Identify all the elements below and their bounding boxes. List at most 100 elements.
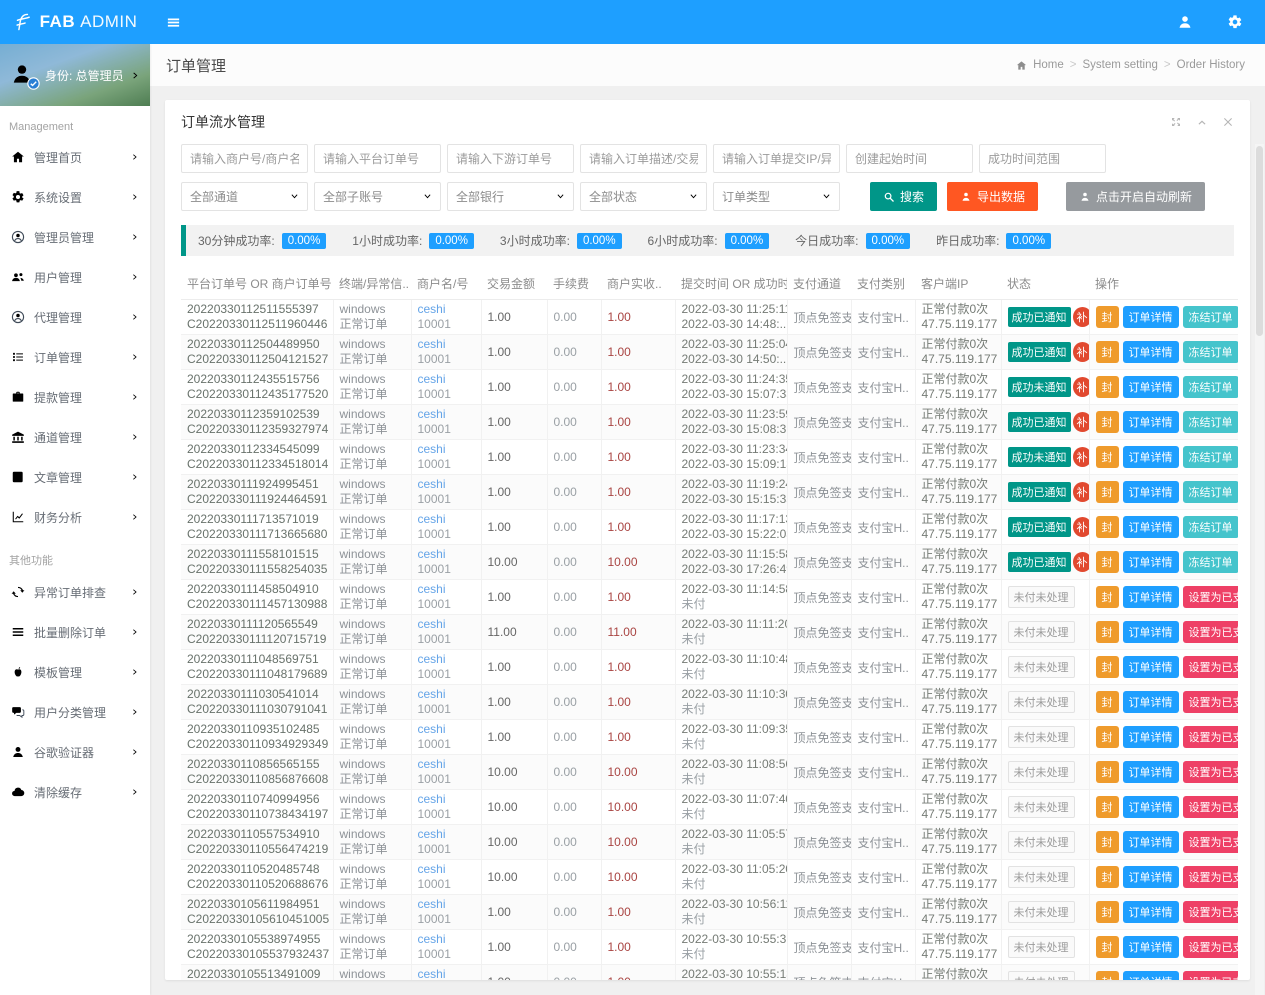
- seal-order-button[interactable]: 封: [1096, 761, 1119, 783]
- supplement-badge[interactable]: 补: [1073, 552, 1090, 572]
- order-detail-button[interactable]: 订单详情: [1123, 621, 1179, 643]
- merchant-name-link[interactable]: ceshi: [418, 757, 475, 772]
- supplement-badge[interactable]: 补: [1073, 342, 1090, 362]
- success-time-range-input[interactable]: [979, 144, 1106, 173]
- search-button[interactable]: 搜索: [870, 182, 937, 211]
- order-detail-button[interactable]: 订单详情: [1123, 586, 1179, 608]
- sidebar-item-agent[interactable]: 代理管理: [0, 297, 150, 337]
- sidebar-item-comments[interactable]: 用户分类管理: [0, 692, 150, 732]
- seal-order-button[interactable]: 封: [1096, 446, 1119, 468]
- collapse-icon[interactable]: [1196, 116, 1208, 128]
- set-paid-button[interactable]: 设置为已支付: [1183, 971, 1239, 980]
- order-detail-button[interactable]: 订单详情: [1123, 866, 1179, 888]
- sidebar-item-book[interactable]: 文章管理: [0, 457, 150, 497]
- set-paid-button[interactable]: 设置为已支付: [1183, 726, 1239, 748]
- order-detail-button[interactable]: 订单详情: [1123, 481, 1179, 503]
- sidebar-item-bars[interactable]: 批量删除订单: [0, 612, 150, 652]
- seal-order-button[interactable]: 封: [1096, 691, 1119, 713]
- sidebar-item-admin[interactable]: 管理员管理: [0, 217, 150, 257]
- merchant-name-link[interactable]: ceshi: [418, 337, 475, 352]
- supplement-badge[interactable]: 补: [1073, 447, 1090, 467]
- freeze-order-button[interactable]: 冻结订单: [1183, 306, 1239, 328]
- set-paid-button[interactable]: 设置为已支付: [1183, 656, 1239, 678]
- user-menu-icon[interactable]: [1177, 14, 1193, 30]
- set-paid-button[interactable]: 设置为已支付: [1183, 586, 1239, 608]
- merchant-name-link[interactable]: ceshi: [418, 932, 475, 947]
- sidebar-item-briefcase[interactable]: 提款管理: [0, 377, 150, 417]
- order-detail-button[interactable]: 订单详情: [1123, 901, 1179, 923]
- seal-order-button[interactable]: 封: [1096, 656, 1119, 678]
- order-detail-button[interactable]: 订单详情: [1123, 971, 1179, 980]
- app-logo[interactable]: FAB ADMIN: [0, 0, 150, 44]
- order-desc-amount-input[interactable]: [580, 144, 707, 173]
- supplement-badge[interactable]: 补: [1073, 377, 1090, 397]
- merchant-name-link[interactable]: ceshi: [418, 302, 475, 317]
- settings-gear-icon[interactable]: [1227, 14, 1243, 30]
- breadcrumb-system-setting[interactable]: System setting: [1082, 59, 1157, 71]
- seal-order-button[interactable]: 封: [1096, 796, 1119, 818]
- merchant-name-link[interactable]: ceshi: [418, 827, 475, 842]
- set-paid-button[interactable]: 设置为已支付: [1183, 936, 1239, 958]
- supplement-badge[interactable]: 补: [1073, 517, 1090, 537]
- freeze-order-button[interactable]: 冻结订单: [1183, 376, 1239, 398]
- set-paid-button[interactable]: 设置为已支付: [1183, 866, 1239, 888]
- bank-select[interactable]: 全部银行: [447, 182, 574, 211]
- order-detail-button[interactable]: 订单详情: [1123, 761, 1179, 783]
- sidebar-item-gears[interactable]: 系统设置: [0, 177, 150, 217]
- breadcrumb-home[interactable]: Home: [1033, 59, 1064, 71]
- platform-order-input[interactable]: [314, 144, 441, 173]
- sidebar-item-home[interactable]: 管理首页: [0, 137, 150, 177]
- sidebar-item-user[interactable]: 谷歌验证器: [0, 732, 150, 772]
- seal-order-button[interactable]: 封: [1096, 971, 1119, 980]
- seal-order-button[interactable]: 封: [1096, 936, 1119, 958]
- set-paid-button[interactable]: 设置为已支付: [1183, 831, 1239, 853]
- seal-order-button[interactable]: 封: [1096, 376, 1119, 398]
- merchant-name-link[interactable]: ceshi: [418, 722, 475, 737]
- merchant-name-link[interactable]: ceshi: [418, 407, 475, 422]
- set-paid-button[interactable]: 设置为已支付: [1183, 796, 1239, 818]
- merchant-name-link[interactable]: ceshi: [418, 792, 475, 807]
- seal-order-button[interactable]: 封: [1096, 341, 1119, 363]
- merchant-name-link[interactable]: ceshi: [418, 967, 475, 980]
- merchant-name-link[interactable]: ceshi: [418, 897, 475, 912]
- fullscreen-icon[interactable]: [1170, 116, 1182, 128]
- supplement-badge[interactable]: 补: [1073, 307, 1090, 327]
- merchant-name-link[interactable]: ceshi: [418, 652, 475, 667]
- sidebar-item-bank[interactable]: 通道管理: [0, 417, 150, 457]
- set-paid-button[interactable]: 设置为已支付: [1183, 901, 1239, 923]
- sub-account-select[interactable]: 全部子账号: [314, 182, 441, 211]
- close-icon[interactable]: [1222, 116, 1234, 128]
- seal-order-button[interactable]: 封: [1096, 551, 1119, 573]
- order-detail-button[interactable]: 订单详情: [1123, 341, 1179, 363]
- seal-order-button[interactable]: 封: [1096, 621, 1119, 643]
- order-type-select[interactable]: 订单类型: [713, 182, 840, 211]
- sidebar-item-cloud[interactable]: 清除缓存: [0, 772, 150, 812]
- ip-search-input[interactable]: [713, 144, 840, 173]
- supplement-badge[interactable]: 补: [1073, 482, 1090, 502]
- sidebar-item-list[interactable]: 订单管理: [0, 337, 150, 377]
- seal-order-button[interactable]: 封: [1096, 481, 1119, 503]
- freeze-order-button[interactable]: 冻结订单: [1183, 341, 1239, 363]
- auto-refresh-button[interactable]: 点击开启自动刷新: [1066, 182, 1205, 211]
- freeze-order-button[interactable]: 冻结订单: [1183, 446, 1239, 468]
- seal-order-button[interactable]: 封: [1096, 411, 1119, 433]
- seal-order-button[interactable]: 封: [1096, 866, 1119, 888]
- merchant-name-link[interactable]: ceshi: [418, 477, 475, 492]
- merchant-search-input[interactable]: [181, 144, 308, 173]
- order-detail-button[interactable]: 订单详情: [1123, 656, 1179, 678]
- sidebar-item-apple[interactable]: 模板管理: [0, 652, 150, 692]
- order-detail-button[interactable]: 订单详情: [1123, 516, 1179, 538]
- set-paid-button[interactable]: 设置为已支付: [1183, 621, 1239, 643]
- freeze-order-button[interactable]: 冻结订单: [1183, 551, 1239, 573]
- export-data-button[interactable]: 导出数据: [947, 182, 1038, 211]
- vertical-scrollbar[interactable]: [1255, 144, 1264, 995]
- create-time-input[interactable]: [846, 144, 973, 173]
- seal-order-button[interactable]: 封: [1096, 831, 1119, 853]
- channel-select[interactable]: 全部通道: [181, 182, 308, 211]
- order-detail-button[interactable]: 订单详情: [1123, 446, 1179, 468]
- order-detail-button[interactable]: 订单详情: [1123, 726, 1179, 748]
- seal-order-button[interactable]: 封: [1096, 726, 1119, 748]
- order-detail-button[interactable]: 订单详情: [1123, 691, 1179, 713]
- seal-order-button[interactable]: 封: [1096, 901, 1119, 923]
- order-detail-button[interactable]: 订单详情: [1123, 376, 1179, 398]
